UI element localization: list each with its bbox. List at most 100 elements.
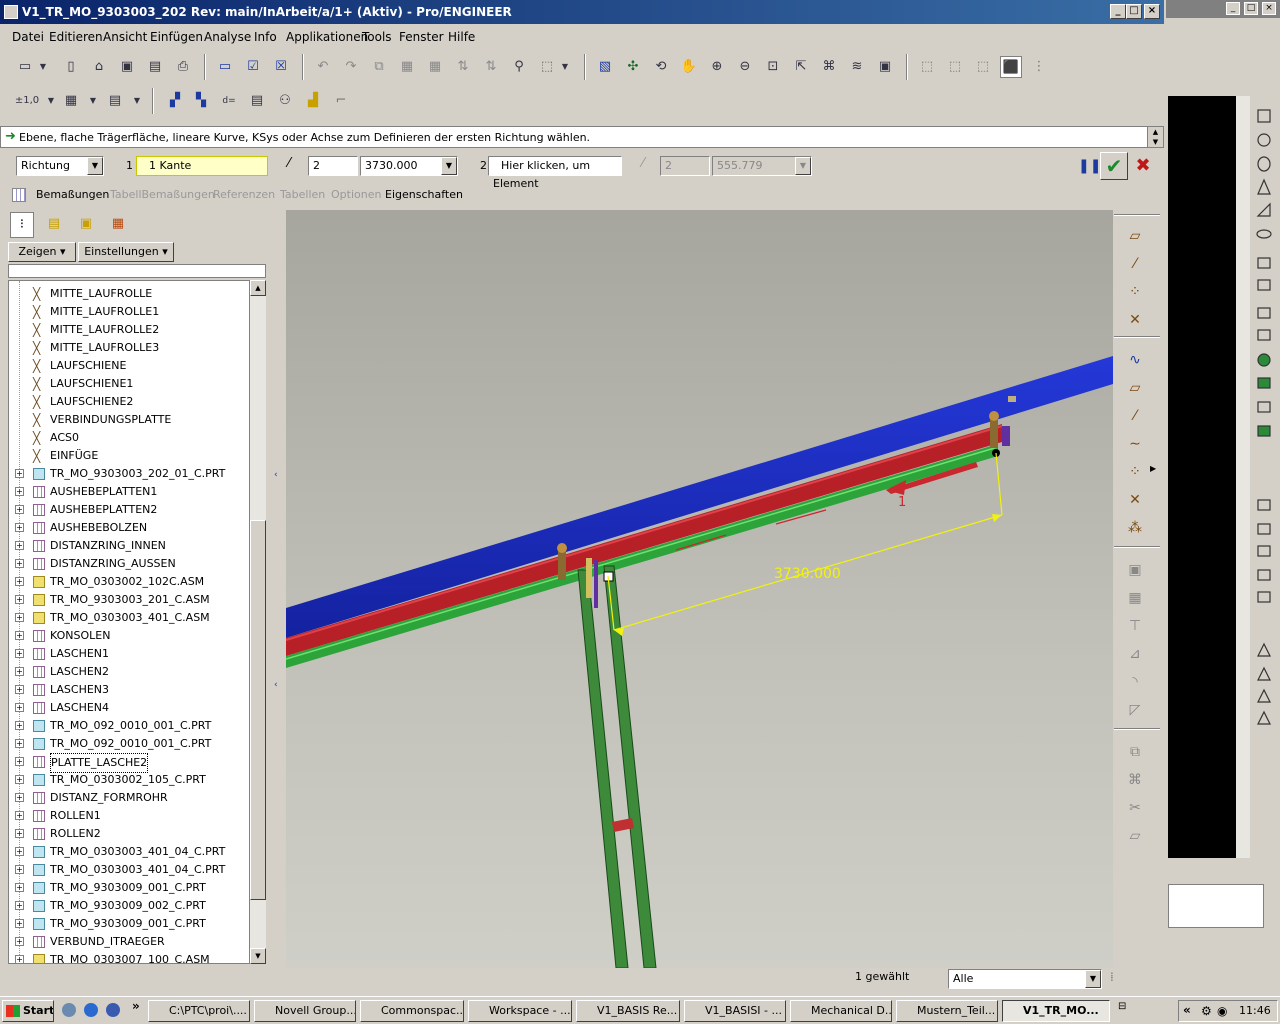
tree-item[interactable]: + KONSOLEN [9, 627, 249, 645]
tree-item[interactable]: + AUSHEBEBOLZEN [9, 519, 249, 537]
new-dropdown-icon[interactable]: ▼ [36, 56, 50, 78]
tree-item[interactable]: + DISTANZRING_INNEN [9, 537, 249, 555]
menu-tools[interactable]: Tools [362, 30, 392, 44]
desktop-icon[interactable]: ⊟ [1118, 1001, 1132, 1017]
mirror-icon[interactable]: ⧉ [1122, 740, 1148, 764]
tree-item[interactable]: + TR_MO_0303003_401_04_C.PRT [9, 843, 249, 861]
flip-direction-icon[interactable]: ⁄ [278, 156, 300, 176]
tree-item[interactable]: ╳ ACS0 [9, 429, 249, 447]
tree-item[interactable]: ╳ MITTE_LAUFROLLE [9, 285, 249, 303]
datum-plane-display-icon[interactable]: ▱ [1122, 224, 1148, 248]
tab-dimensions[interactable]: Bemaßungen [36, 188, 109, 201]
connections-tab-icon[interactable]: ▦ [106, 212, 130, 238]
select-dropdown-icon[interactable]: ▼ [558, 56, 572, 78]
expand-icon[interactable]: + [15, 595, 24, 604]
expand-icon[interactable]: + [15, 919, 24, 928]
folder-browser-tab-icon[interactable]: ▤ [42, 212, 66, 238]
tree-item[interactable]: ╳ MITTE_LAUFROLLE2 [9, 321, 249, 339]
expand-icon[interactable]: + [15, 739, 24, 748]
bg-minimize-icon[interactable]: _ [1226, 2, 1240, 15]
redo-icon[interactable]: ↷ [340, 56, 362, 78]
datum-point-display-icon[interactable]: ⁘ [1122, 280, 1148, 304]
rib-icon[interactable]: ⊤ [1122, 614, 1148, 638]
security-icon[interactable]: ◉ [1217, 1004, 1227, 1018]
hole-icon[interactable]: ▣ [1122, 558, 1148, 582]
zoom-in-icon[interactable]: ⊕ [706, 56, 728, 78]
minimize-button[interactable]: _ [1110, 4, 1126, 19]
undo-icon[interactable]: ↶ [312, 56, 334, 78]
bg-close-icon[interactable]: × [1262, 2, 1276, 15]
confirm-button[interactable]: ✔ [1100, 152, 1128, 180]
task-explorer[interactable]: C:\PTC\proi\.... [148, 1000, 250, 1022]
zoom-out-icon[interactable]: ⊖ [734, 56, 756, 78]
maximize-button[interactable]: □ [1126, 4, 1142, 19]
datum-curve-icon[interactable]: ∼ [1122, 432, 1148, 456]
expand-icon[interactable]: + [15, 955, 24, 963]
shell-icon[interactable]: ▦ [1122, 586, 1148, 610]
menu-applikationen[interactable]: Applikationen [286, 30, 368, 44]
tree-item[interactable]: ╳ LAUFSCHIENE [9, 357, 249, 375]
tree-item[interactable]: + TR_MO_9303009_001_C.PRT [9, 915, 249, 933]
tree-item[interactable]: + DISTANZ_FORMROHR [9, 789, 249, 807]
expand-icon[interactable]: + [15, 559, 24, 568]
saved-views-icon[interactable]: ⌘ [818, 56, 840, 78]
pipe-icon[interactable]: ⌐ [330, 90, 352, 112]
tab-table-dimensions[interactable]: TabellBemaßungen [110, 188, 215, 201]
task-groupwise[interactable]: Novell Group... [254, 1000, 356, 1022]
menu-datei[interactable]: Datei [12, 30, 44, 44]
scroll-down-icon[interactable]: ▼ [250, 948, 266, 964]
select-box-icon[interactable]: ⬚ [536, 56, 558, 78]
trim-icon[interactable]: ✂ [1122, 796, 1148, 820]
tree-scrollbar[interactable]: ▲ ▼ [250, 280, 266, 964]
browser-icon[interactable] [84, 1003, 98, 1017]
direction1-count-field[interactable]: 2 [308, 156, 358, 176]
tree-item[interactable]: ╳ EINFÜGE [9, 447, 249, 465]
tab-references[interactable]: Referenzen [213, 188, 275, 201]
tree-item[interactable]: + TR_MO_0303003_401_C.ASM [9, 609, 249, 627]
regenerate-manager-icon[interactable]: ⇅ [480, 56, 502, 78]
repaint-icon[interactable]: ▧ [594, 56, 616, 78]
print-icon[interactable]: ⎙ [172, 56, 194, 78]
csys-display-icon[interactable]: ✕ [1122, 308, 1148, 332]
tree-item[interactable]: + ROLLEN1 [9, 807, 249, 825]
chamfer-icon[interactable]: ◸ [1122, 698, 1148, 722]
tree-item[interactable]: + TR_MO_9303009_001_C.PRT [9, 879, 249, 897]
regenerate-icon[interactable]: ⇅ [452, 56, 474, 78]
save-icon[interactable]: ▣ [116, 56, 138, 78]
feature-icon[interactable]: ▞ [164, 90, 186, 112]
bg-maximize-icon[interactable]: □ [1244, 2, 1258, 15]
tree-item[interactable]: ╳ LAUFSCHIENE2 [9, 393, 249, 411]
expand-icon[interactable]: + [15, 847, 24, 856]
pattern-type-select[interactable]: Richtung ▼ [16, 156, 104, 176]
dimension-icon[interactable]: ±1,0 [12, 90, 42, 112]
tree-item[interactable]: + TR_MO_092_0010_001_C.PRT [9, 735, 249, 753]
start-button[interactable]: Start [2, 1000, 54, 1022]
graphics-window[interactable]: 3730.000 1 [286, 210, 1113, 968]
program-icon[interactable]: ▟ [302, 90, 324, 112]
menu-einfuegen[interactable]: Einfügen [150, 30, 203, 44]
tab-options[interactable]: Optionen [331, 188, 381, 201]
expand-icon[interactable]: + [15, 523, 24, 532]
background-scrollbar[interactable] [1236, 96, 1250, 858]
tree-item[interactable]: + TR_MO_0303007_100_C.ASM [9, 951, 249, 963]
network-icon[interactable]: ⚙ [1201, 1004, 1212, 1018]
datum-plane-icon[interactable]: ▱ [1122, 376, 1148, 400]
tree-item[interactable]: + LASCHEN4 [9, 699, 249, 717]
shape-icons[interactable] [1252, 96, 1278, 756]
orient-icon[interactable]: ⟲ [650, 56, 672, 78]
task-mechanical[interactable]: Mechanical D... [790, 1000, 892, 1022]
tree-item[interactable]: ╳ MITTE_LAUFROLLE3 [9, 339, 249, 357]
expand-icon[interactable]: + [15, 613, 24, 622]
direction2-ref-field[interactable]: Hier klicken, um Element [488, 156, 622, 190]
pan-icon[interactable]: ✋ [678, 56, 700, 78]
expand-icon[interactable]: + [15, 487, 24, 496]
draft-icon[interactable]: ⊿ [1122, 642, 1148, 666]
menu-editieren[interactable]: Editieren [49, 30, 103, 44]
merge-icon[interactable]: ⌘ [1122, 768, 1148, 792]
model-tree-tab-icon[interactable]: ⁝ [10, 212, 34, 238]
task-workspace[interactable]: Workspace - ... [468, 1000, 572, 1022]
menu-hilfe[interactable]: Hilfe [448, 30, 475, 44]
settings-menu-button[interactable]: Einstellungen ▾ [78, 242, 174, 262]
task-v1-basis-re[interactable]: V1_BASIS Re... [576, 1000, 680, 1022]
expand-icon[interactable]: + [15, 541, 24, 550]
